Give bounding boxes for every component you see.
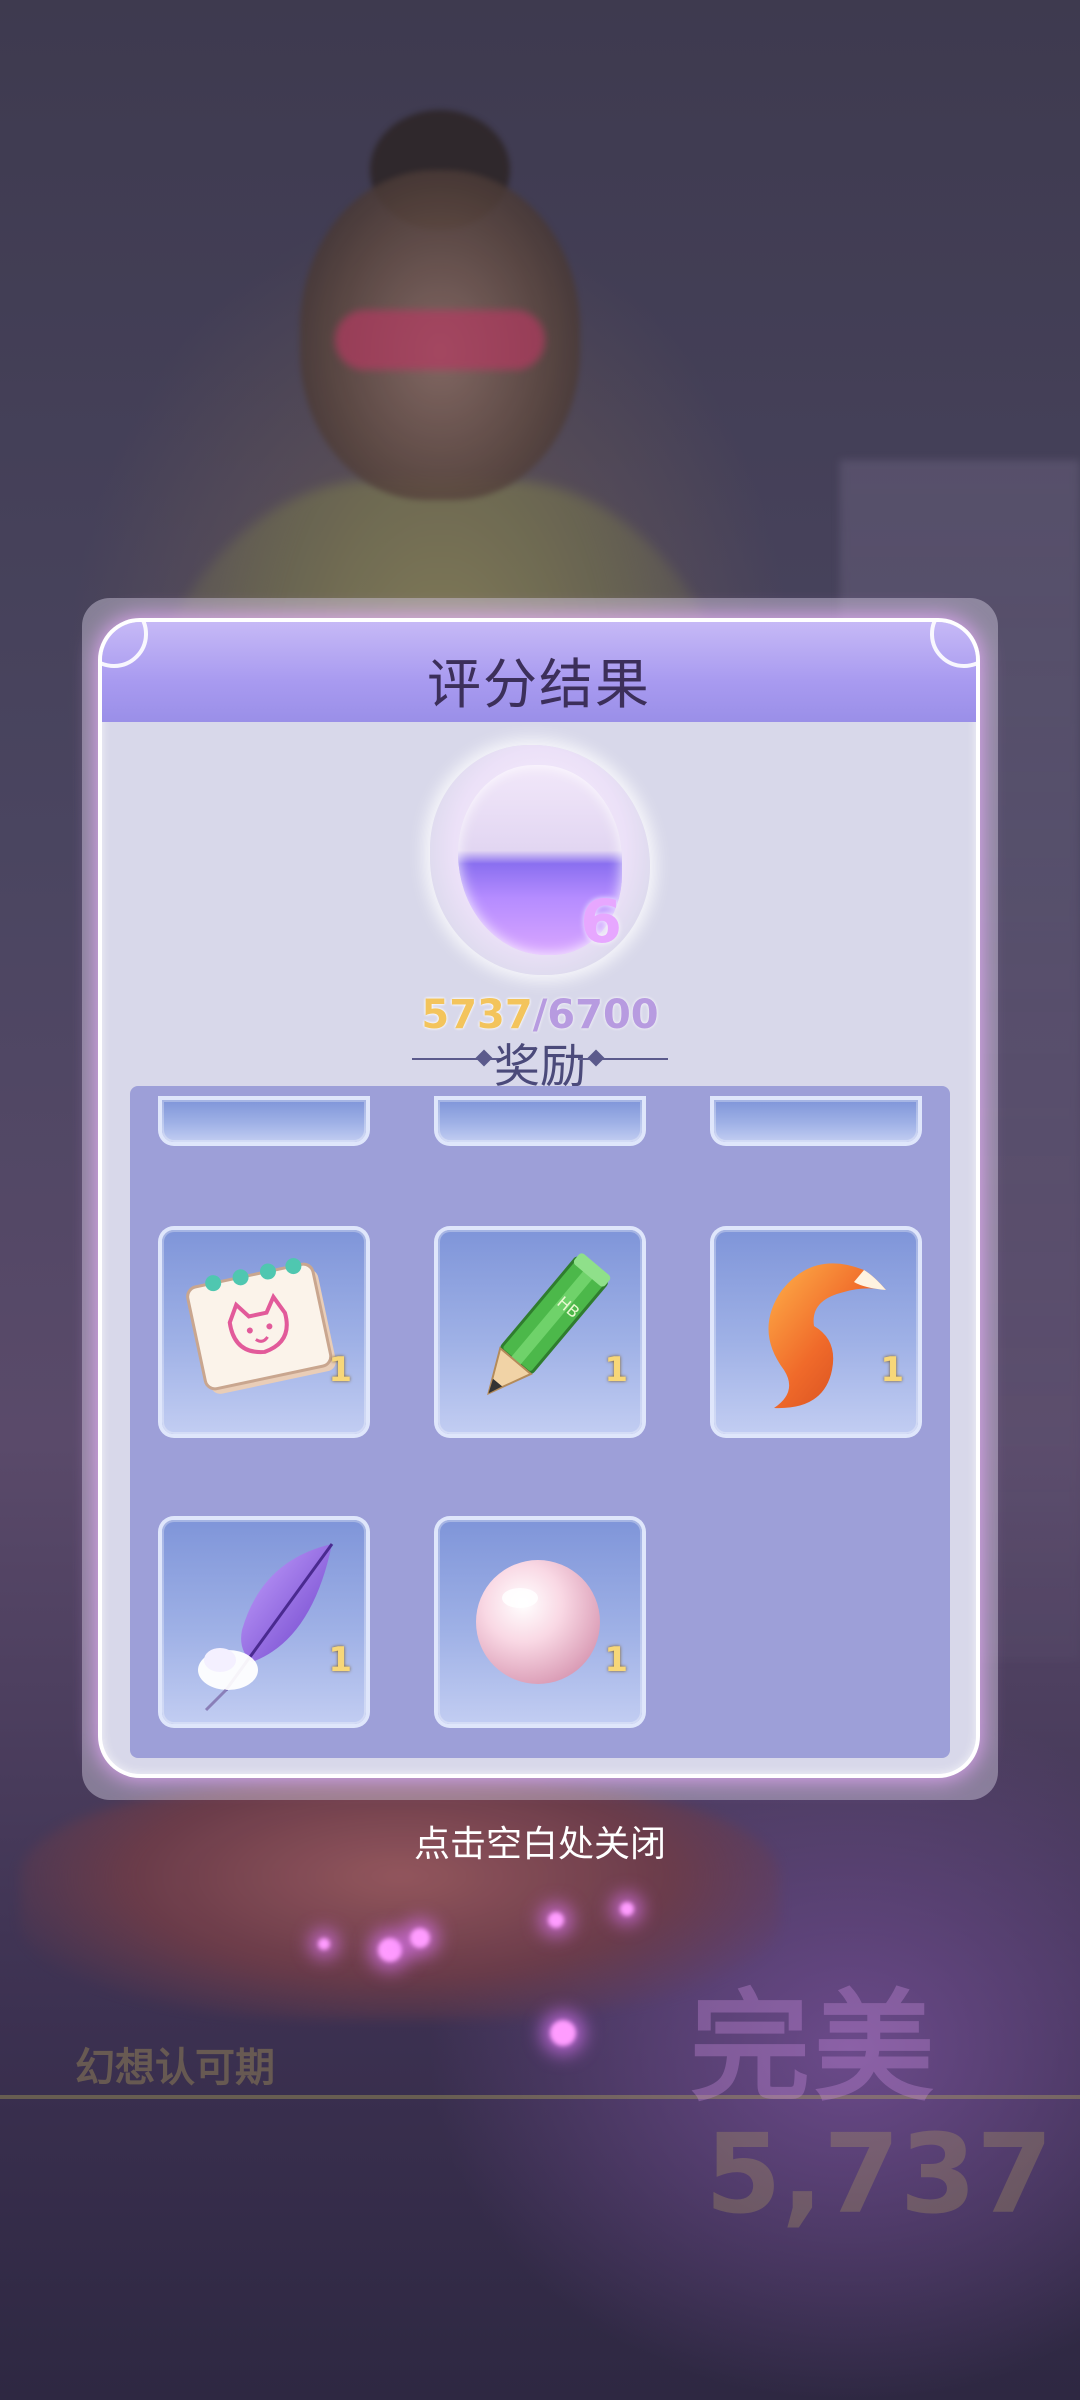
sparkle: [318, 1938, 330, 1950]
sketchbook-icon: [186, 1258, 336, 1394]
dialog-header: 评分结果: [102, 622, 976, 722]
sparkle: [550, 2020, 576, 2046]
heading-line-right: [578, 1058, 668, 1060]
reward-quantity: 1: [328, 1350, 352, 1390]
fox-tail-icon: [768, 1263, 886, 1409]
sparkle: [620, 1902, 634, 1916]
reward-quantity: 1: [604, 1350, 628, 1390]
rewards-heading: 奖励: [0, 1030, 1080, 1093]
rewards-panel[interactable]: 1 HB 1 1 1 1: [130, 1086, 950, 1758]
reward-slot-partial[interactable]: [714, 1100, 918, 1142]
reward-quantity: 1: [880, 1350, 904, 1390]
reward-slot-partial[interactable]: [162, 1100, 366, 1142]
background-tag: 幻想认可期: [75, 2045, 275, 2091]
character-glasses: [335, 310, 545, 370]
reward-quantity: 1: [604, 1640, 628, 1680]
dialog-title: 评分结果: [427, 653, 651, 716]
pearl-icon: [476, 1560, 600, 1684]
reward-slot-pencil[interactable]: HB 1: [438, 1230, 642, 1434]
sparkle: [378, 1938, 402, 1962]
grade-text: 完美: [690, 1979, 938, 2118]
rank-badge: 6: [430, 745, 650, 975]
background-score: 5,737: [705, 2110, 1053, 2238]
rank-number: 6: [580, 887, 622, 957]
sparkle: [410, 1928, 430, 1948]
reward-slot-sketchbook[interactable]: 1: [162, 1230, 366, 1434]
tap-to-close-hint[interactable]: 点击空白处关闭: [0, 1815, 1080, 1867]
reward-slot-pearl[interactable]: 1: [438, 1520, 642, 1724]
feather-icon: [198, 1543, 334, 1712]
reward-slot-partial[interactable]: [438, 1100, 642, 1142]
reward-slot-feather[interactable]: 1: [162, 1520, 366, 1724]
reward-quantity: 1: [328, 1640, 352, 1680]
pencil-icon: HB: [487, 1253, 611, 1396]
reward-slot-fox-tail[interactable]: 1: [714, 1230, 918, 1434]
sparkle: [548, 1912, 564, 1928]
